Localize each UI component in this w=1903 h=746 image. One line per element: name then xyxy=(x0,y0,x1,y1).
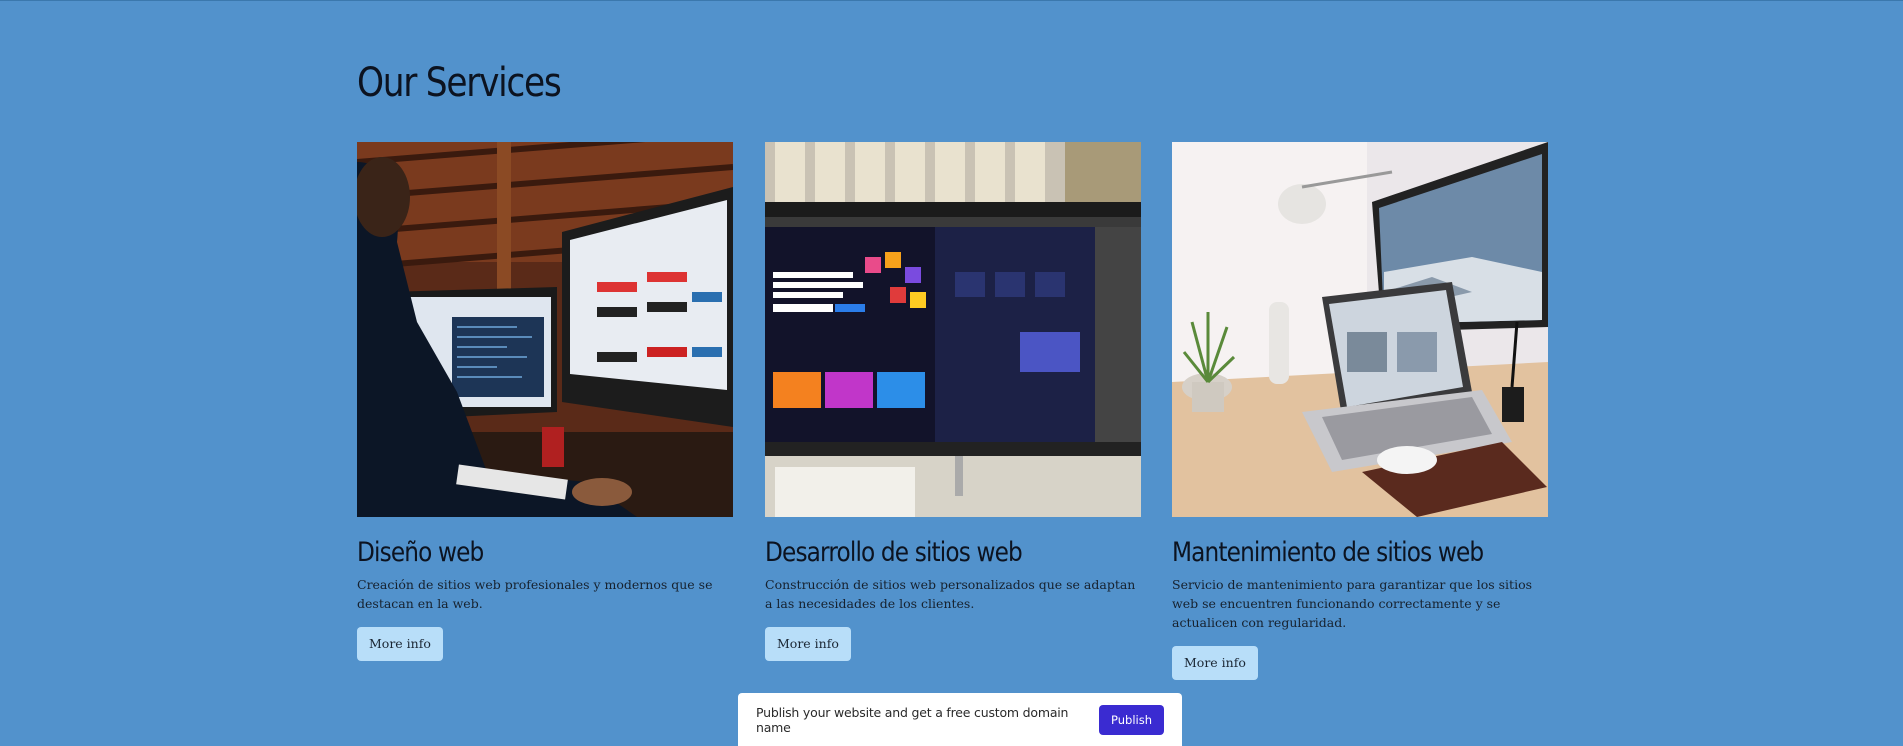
service-card-web-design: Diseño web Creación de sitios web profes… xyxy=(357,142,733,661)
card-description: Creación de sitios web profesionales y m… xyxy=(357,577,713,611)
card-description: Construcción de sitios web personalizado… xyxy=(765,577,1136,611)
more-info-button[interactable]: More info xyxy=(1172,646,1258,680)
page-title: Our Services xyxy=(357,60,562,106)
more-info-button[interactable]: More info xyxy=(765,627,851,661)
publish-banner: Publish your website and get a free cust… xyxy=(738,693,1182,746)
publish-button[interactable]: Publish xyxy=(1099,704,1164,735)
designer-at-imac-photo xyxy=(357,142,733,517)
laptop-desk-photo xyxy=(1172,142,1548,517)
card-title: Desarrollo de sitios web xyxy=(765,537,1023,568)
photoshop-monitor-photo xyxy=(765,142,1141,517)
publish-banner-text: Publish your website and get a free cust… xyxy=(756,704,1069,735)
service-card-web-development: Desarrollo de sitios web Construcción de… xyxy=(765,142,1141,661)
card-title: Diseño web xyxy=(357,537,484,568)
more-info-button[interactable]: More info xyxy=(357,627,443,661)
service-card-web-maintenance: Mantenimiento de sitios web Servicio de … xyxy=(1172,142,1548,680)
card-title: Mantenimiento de sitios web xyxy=(1172,537,1484,568)
top-divider xyxy=(0,0,1903,1)
card-description: Servicio de mantenimiento para garantiza… xyxy=(1172,577,1533,630)
